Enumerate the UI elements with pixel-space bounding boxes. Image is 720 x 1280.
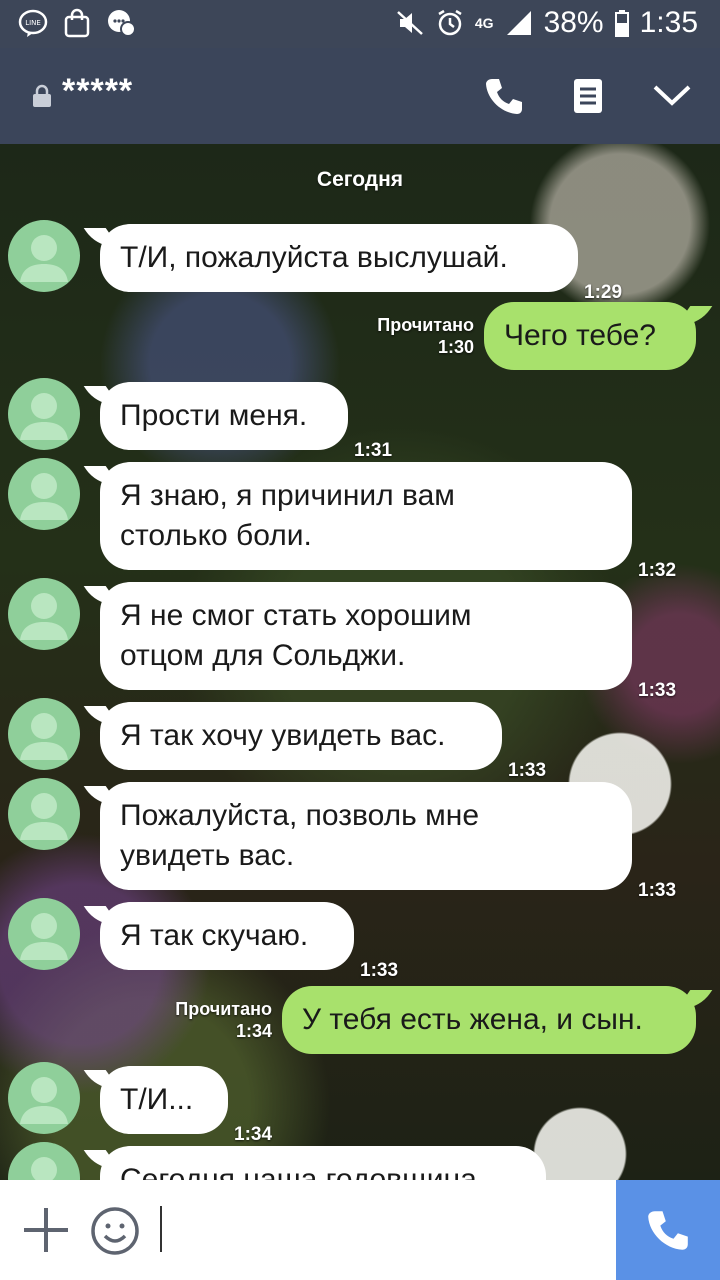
voice-call-button[interactable] xyxy=(616,1180,720,1280)
avatar[interactable] xyxy=(8,898,80,970)
incoming-message[interactable]: Прости меня. xyxy=(100,382,348,450)
read-receipt: Прочитано 1:34 xyxy=(175,998,272,1042)
incoming-message[interactable]: Т/И... xyxy=(100,1066,228,1134)
message-time: 1:34 xyxy=(234,1124,273,1145)
battery-percent: 38% xyxy=(543,6,604,39)
emoji-button[interactable] xyxy=(90,1206,140,1256)
read-receipt: Прочитано 1:30 xyxy=(377,314,474,358)
message-time: 1:30 xyxy=(437,337,474,357)
outgoing-message[interactable]: У тебя есть жена, и сын. xyxy=(282,986,696,1054)
message-time: 1:33 xyxy=(638,880,677,901)
message-time: 1:33 xyxy=(638,680,677,701)
user-silhouette-icon xyxy=(20,593,68,640)
svg-text:LINE: LINE xyxy=(25,19,41,27)
message-time: 1:29 xyxy=(584,282,623,303)
mute-icon xyxy=(395,8,425,38)
incoming-message[interactable]: Я так скучаю. xyxy=(100,902,354,970)
message-time: 1:34 xyxy=(235,1021,272,1041)
text-caret xyxy=(160,1206,162,1252)
collapse-button[interactable] xyxy=(650,74,694,118)
chevron-down-icon xyxy=(653,85,691,106)
message-input[interactable] xyxy=(158,1204,598,1256)
message-text: У тебя есть жена, и сын. xyxy=(302,1003,643,1036)
phone-icon xyxy=(648,1211,688,1250)
incoming-message[interactable]: Сегодня наша годовщина xyxy=(100,1146,546,1180)
message-text: Т/И, пожалуйста выслушай. xyxy=(120,241,508,274)
message-text: Сегодня наша годовщина xyxy=(120,1163,477,1180)
incoming-message[interactable]: Пожалуйста, позволь мне увидеть вас. xyxy=(100,782,632,890)
clock: 1:35 xyxy=(639,6,698,39)
avatar[interactable] xyxy=(8,778,80,850)
avatar[interactable] xyxy=(8,220,80,292)
network-type: 4G xyxy=(474,15,494,31)
plus-icon xyxy=(24,1208,68,1252)
message-text: Пожалуйста, позволь мне xyxy=(120,799,480,832)
avatar[interactable] xyxy=(8,578,80,650)
signal-icon xyxy=(504,8,534,38)
message-text: Я знаю, я причинил вам xyxy=(120,479,455,512)
avatar[interactable] xyxy=(8,378,80,450)
read-status: Прочитано xyxy=(377,315,474,335)
status-bar: LINE 4G 38% 1:35 xyxy=(0,0,720,48)
message-text: столько боли. xyxy=(120,519,312,552)
user-silhouette-icon xyxy=(20,713,68,760)
user-silhouette-icon xyxy=(20,793,68,840)
outgoing-message[interactable]: Чего тебе? xyxy=(484,302,696,370)
avatar[interactable] xyxy=(8,1142,80,1180)
message-text: Чего тебе? xyxy=(504,319,656,352)
user-silhouette-icon xyxy=(20,1077,68,1124)
messenger-icon xyxy=(106,8,136,38)
notes-icon xyxy=(574,79,602,113)
chat-area[interactable]: Сегодня Т/И, пожалуйста выслушай. 1:29 Чег… xyxy=(0,144,720,1180)
shopping-bag-icon xyxy=(62,8,92,38)
user-silhouette-icon xyxy=(20,235,68,282)
line-icon: LINE xyxy=(18,8,48,38)
message-time: 1:33 xyxy=(360,960,399,981)
message-text: отцом для Сольджи. xyxy=(120,639,406,672)
date-divider: Сегодня xyxy=(316,168,404,191)
avatar[interactable] xyxy=(8,698,80,770)
user-silhouette-icon xyxy=(20,473,68,520)
attach-button[interactable] xyxy=(22,1206,70,1254)
user-silhouette-icon xyxy=(31,1157,57,1180)
incoming-message[interactable]: Я так хочу увидеть вас. xyxy=(100,702,502,770)
lock-icon xyxy=(32,84,52,113)
input-bar xyxy=(0,1180,720,1280)
notes-button[interactable] xyxy=(566,74,610,118)
message-time: 1:31 xyxy=(354,440,393,461)
message-text: Я не смог стать хорошим xyxy=(120,599,472,632)
incoming-message[interactable]: Я знаю, я причинил вам столько боли. xyxy=(100,462,632,570)
call-button[interactable] xyxy=(482,74,526,118)
message-text: Прости меня. xyxy=(120,399,308,432)
emoji-icon xyxy=(91,1207,139,1255)
avatar[interactable] xyxy=(8,458,80,530)
avatar[interactable] xyxy=(8,1062,80,1134)
alarm-icon xyxy=(435,8,465,38)
user-silhouette-icon xyxy=(20,913,68,960)
phone-icon xyxy=(486,79,522,114)
read-status: Прочитано xyxy=(175,999,272,1019)
chat-title: ***** xyxy=(62,72,134,110)
message-time: 1:32 xyxy=(638,560,677,581)
battery-icon xyxy=(614,8,630,38)
incoming-message[interactable]: Я не смог стать хорошим отцом для Сольджи… xyxy=(100,582,632,690)
message-text: Т/И... xyxy=(120,1083,194,1116)
message-text: Я так хочу увидеть вас. xyxy=(120,719,446,752)
incoming-message[interactable]: Т/И, пожалуйста выслушай. xyxy=(100,224,578,292)
message-text: увидеть вас. xyxy=(120,839,295,872)
message-text: Я так скучаю. xyxy=(120,919,309,952)
chat-header: ***** xyxy=(0,48,720,144)
message-time: 1:33 xyxy=(508,760,547,781)
user-silhouette-icon xyxy=(20,393,68,440)
